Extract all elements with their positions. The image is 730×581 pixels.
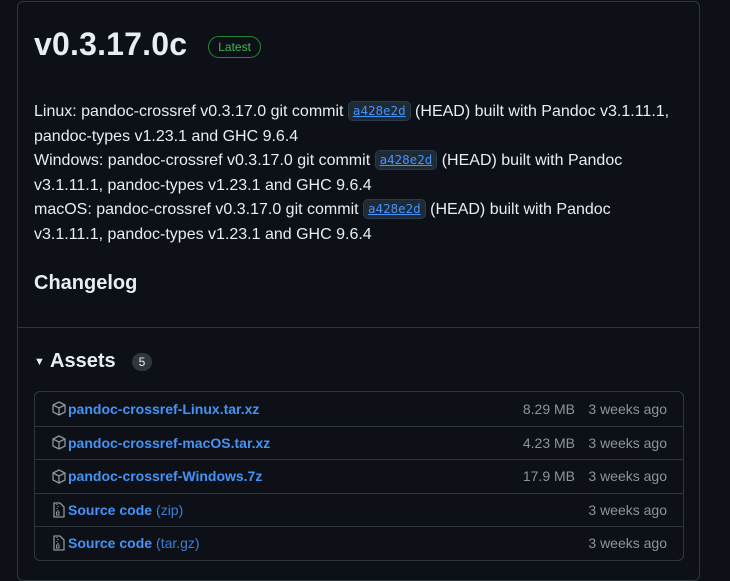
asset-link[interactable]: pandoc-crossref-macOS.tar.xz xyxy=(68,435,270,451)
asset-size: 8.29 MB xyxy=(522,400,575,417)
asset-link[interactable]: pandoc-crossref-Windows.7z xyxy=(68,468,262,484)
file-zip-icon xyxy=(52,535,68,551)
release-notes: Linux: pandoc-crossref v0.3.17.0 git com… xyxy=(34,100,684,247)
note-linux: Linux: pandoc-crossref v0.3.17.0 git com… xyxy=(34,101,670,145)
divider xyxy=(18,327,699,328)
note-windows: Windows: pandoc-crossref v0.3.17.0 git c… xyxy=(34,150,623,194)
asset-date: 3 weeks ago xyxy=(588,434,667,451)
asset-link[interactable]: Source code (zip) xyxy=(68,502,183,518)
asset-link[interactable]: pandoc-crossref-Linux.tar.xz xyxy=(68,401,259,417)
asset-row: pandoc-crossref-Windows.7z 17.9 MB 3 wee… xyxy=(35,459,683,493)
asset-size: 17.9 MB xyxy=(522,468,575,485)
asset-row: pandoc-crossref-Linux.tar.xz 8.29 MB 3 w… xyxy=(35,392,683,426)
assets-heading: Assets xyxy=(50,350,116,372)
asset-row: Source code (tar.gz) 3 weeks ago xyxy=(35,526,683,560)
release-title[interactable]: v0.3.17.0c xyxy=(34,26,187,63)
caret-down-icon: ▼ xyxy=(34,355,45,368)
release-card: v0.3.17.0c Latest Linux: pandoc-crossref… xyxy=(17,1,700,581)
asset-link[interactable]: Source code (tar.gz) xyxy=(68,535,200,551)
commit-link[interactable]: a428e2d xyxy=(347,101,411,121)
file-zip-icon xyxy=(52,502,68,518)
changelog-heading: Changelog xyxy=(34,272,138,294)
latest-badge: Latest xyxy=(208,35,261,58)
package-icon xyxy=(52,468,68,484)
note-macos: macOS: pandoc-crossref v0.3.17.0 git com… xyxy=(34,199,611,243)
commit-link[interactable]: a428e2d xyxy=(363,199,426,219)
asset-list: pandoc-crossref-Linux.tar.xz 8.29 MB 3 w… xyxy=(34,391,684,561)
asset-date: 3 weeks ago xyxy=(588,468,667,485)
asset-row: Source code (zip) 3 weeks ago xyxy=(35,492,683,527)
asset-date: 3 weeks ago xyxy=(588,501,667,518)
asset-date: 3 weeks ago xyxy=(588,535,667,552)
package-icon xyxy=(52,401,68,417)
assets-count-badge: 5 xyxy=(131,352,153,371)
commit-link[interactable]: a428e2d xyxy=(374,150,438,170)
release-header: v0.3.17.0c Latest xyxy=(34,26,261,63)
asset-row: pandoc-crossref-macOS.tar.xz 4.23 MB 3 w… xyxy=(35,425,683,460)
package-icon xyxy=(52,435,68,451)
asset-size: 4.23 MB xyxy=(522,434,575,451)
asset-date: 3 weeks ago xyxy=(588,400,667,417)
assets-toggle[interactable]: ▼ Assets 5 xyxy=(34,350,153,373)
